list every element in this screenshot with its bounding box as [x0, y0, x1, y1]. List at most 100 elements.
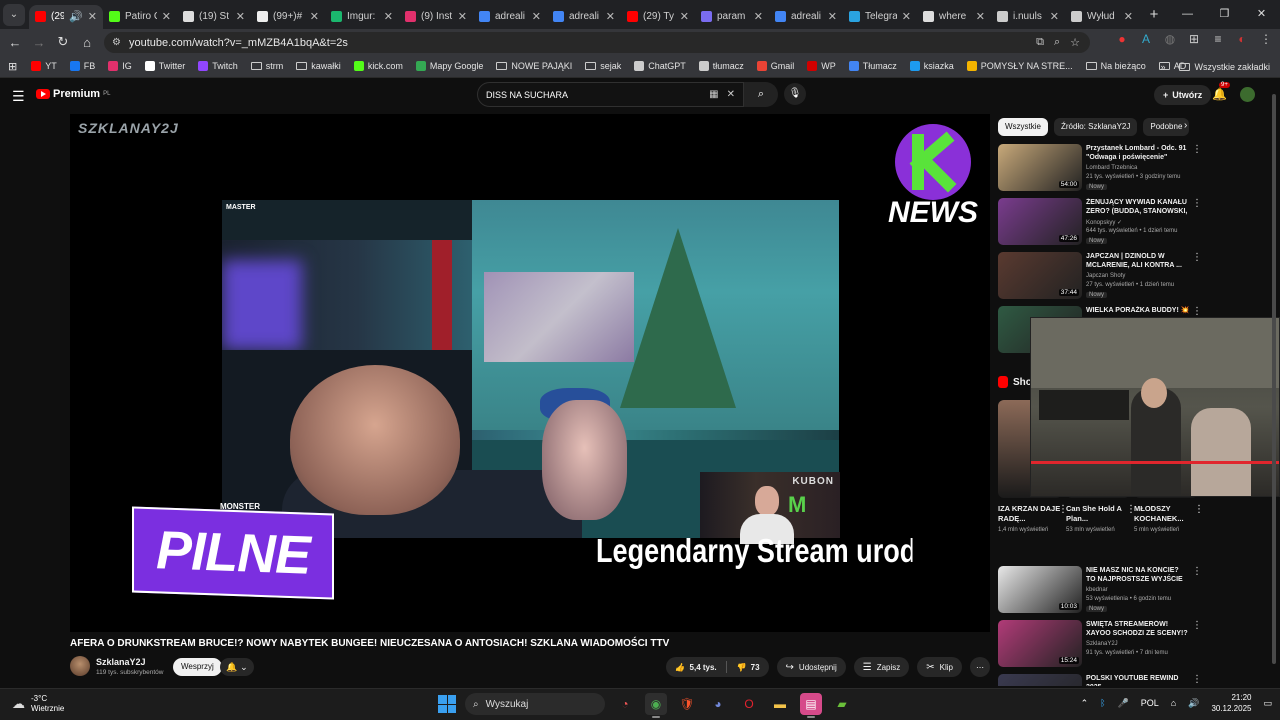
- app-icon[interactable]: ▰: [831, 693, 853, 715]
- browser-tab[interactable]: Imgur: ✕: [325, 5, 399, 29]
- mic-tray-icon[interactable]: 🎤: [1118, 698, 1129, 709]
- browser-tab[interactable]: (29) Ty ✕: [621, 5, 695, 29]
- tab-close-icon[interactable]: ✕: [976, 10, 985, 23]
- video-menu-icon[interactable]: ⋮: [1192, 674, 1202, 685]
- browser-tab[interactable]: (29) 🔊 ✕: [29, 4, 103, 29]
- video-title[interactable]: Przystanek Lombard - Odc. 91 "Odwaga i p…: [1086, 144, 1190, 162]
- tab-close-icon[interactable]: ✕: [754, 10, 763, 23]
- chrome-app-icon[interactable]: ◉: [645, 693, 667, 718]
- bookmark-item[interactable]: ksiazka: [909, 61, 954, 71]
- apps-grid-icon[interactable]: ⊞: [8, 60, 17, 73]
- video-title[interactable]: POLSKI YOUTUBE REWIND 2025: [1086, 674, 1190, 686]
- more-actions-button[interactable]: ⋯: [970, 657, 990, 677]
- browser-tab[interactable]: where ✕: [917, 5, 991, 29]
- filter-chip[interactable]: Wszystkie: [998, 118, 1048, 136]
- video-title[interactable]: WIELKA PORAŻKA BUDDY! 💥: [1086, 306, 1190, 315]
- clip-button[interactable]: ✂ Klip: [917, 657, 962, 677]
- bookmark-item[interactable]: IG: [108, 61, 132, 71]
- brave-app-icon[interactable]: 🛡: [676, 693, 698, 715]
- bookmark-item[interactable]: Twitch: [198, 61, 238, 71]
- tab-close-icon[interactable]: ✕: [236, 10, 245, 23]
- opera-app-icon[interactable]: O: [738, 693, 760, 715]
- video-channel[interactable]: Konopskyy ✓: [1086, 219, 1122, 226]
- search-input[interactable]: DISS NA SUCHARA ▦ ✕: [477, 82, 744, 107]
- recommended-video[interactable]: 37:44 JAPCZAN | DZINOLD W MCLARENIE, ALI …: [998, 252, 1274, 302]
- search-button[interactable]: ⌕: [744, 82, 778, 107]
- install-app-icon[interactable]: ⧉: [1036, 36, 1044, 49]
- video-channel[interactable]: Japczan Shoty: [1086, 273, 1125, 279]
- voice-search-button[interactable]: 🎙: [784, 83, 806, 105]
- browser-tab[interactable]: Wyłud ✕: [1065, 5, 1139, 29]
- bookmark-item[interactable]: sejak: [585, 61, 621, 71]
- notification-center-icon[interactable]: ▭: [1263, 698, 1272, 709]
- reload-icon[interactable]: ↻: [51, 34, 75, 50]
- video-title[interactable]: ŻENUJĄCY WYWIAD KANAŁU ZERO? (BUDDA, STA…: [1086, 198, 1190, 216]
- share-button[interactable]: ↪ Udostępnij: [776, 657, 846, 677]
- video-thumbnail[interactable]: 10:03: [998, 566, 1082, 613]
- video-menu-icon[interactable]: ⋮: [1192, 306, 1202, 317]
- browser-tab[interactable]: param ✕: [695, 5, 769, 29]
- record-extension-icon[interactable]: ●: [1114, 32, 1130, 46]
- video-title[interactable]: ŚWIĘTA STREAMERÓW! XAYOO SCHODZI ZE SCEN…: [1086, 620, 1190, 638]
- tab-close-icon[interactable]: ✕: [680, 10, 689, 23]
- bookmark-item[interactable]: NOWE PAJĄKI: [496, 61, 572, 71]
- tab-audio-icon[interactable]: 🔊: [69, 10, 83, 23]
- chips-next-icon[interactable]: ›: [1184, 120, 1187, 131]
- filter-chip[interactable]: Źródło: SzklanaY2J: [1054, 118, 1138, 136]
- new-tab-button[interactable]: +: [1143, 6, 1165, 23]
- clear-search-icon[interactable]: ✕: [727, 89, 735, 100]
- short-menu-icon[interactable]: ⋮: [1194, 504, 1204, 515]
- tab-close-icon[interactable]: ✕: [458, 10, 467, 23]
- browser-menu-icon[interactable]: ⋮: [1258, 32, 1274, 46]
- picture-in-picture-window[interactable]: [1030, 317, 1280, 497]
- tab-close-icon[interactable]: ✕: [1124, 10, 1133, 23]
- video-channel[interactable]: Lombard Trzebnica: [1086, 165, 1137, 171]
- browser-tab[interactable]: adreali ✕: [769, 5, 843, 29]
- menu-icon[interactable]: ☰: [12, 88, 25, 105]
- video-menu-icon[interactable]: ⋮: [1192, 198, 1202, 209]
- video-menu-icon[interactable]: ⋮: [1192, 620, 1202, 631]
- discord-app-icon[interactable]: ◕: [707, 693, 729, 715]
- profile-icon[interactable]: ◐: [1234, 32, 1250, 46]
- close-window-button[interactable]: ✕: [1243, 0, 1280, 29]
- extensions-puzzle-icon[interactable]: ⊞: [1186, 32, 1202, 46]
- tab-close-icon[interactable]: ✕: [162, 10, 171, 23]
- minimize-button[interactable]: —: [1169, 0, 1206, 29]
- reading-list-icon[interactable]: ≡: [1210, 32, 1226, 46]
- save-button[interactable]: ☰ Zapisz: [853, 657, 910, 677]
- support-button[interactable]: Wesprzyj: [173, 658, 222, 676]
- bookmark-item[interactable]: Twitter: [144, 61, 185, 71]
- video-thumbnail[interactable]: 15:24: [998, 620, 1082, 667]
- maximize-button[interactable]: ❐: [1206, 0, 1243, 29]
- recommended-video[interactable]: 47:26 ŻENUJĄCY WYWIAD KANAŁU ZERO? (BUDDA…: [998, 198, 1274, 248]
- bookmark-item[interactable]: YT: [31, 61, 57, 71]
- capcut-app-icon[interactable]: ▤: [800, 693, 822, 718]
- bookmark-item[interactable]: Na bieżąco: [1085, 61, 1146, 71]
- bookmark-item[interactable]: Mapy Google: [415, 61, 483, 71]
- youtube-logo[interactable]: Premium PL: [36, 88, 110, 100]
- address-bar[interactable]: ⚙ youtube.com/watch?v=_mMZB4A1bqA&t=2s ⧉…: [104, 32, 1090, 53]
- browser-tab[interactable]: Patiro C ✕: [103, 5, 177, 29]
- recommended-video[interactable]: POLSKI YOUTUBE REWIND 2025⋮: [998, 674, 1274, 686]
- video-title[interactable]: NIE MASZ NIC NA KONCIE? TO NAJPROSTSZE W…: [1086, 566, 1190, 584]
- bookmark-star-icon[interactable]: ☆: [1070, 36, 1080, 49]
- pip-progress-bar[interactable]: [1031, 461, 1279, 464]
- tab-close-icon[interactable]: ✕: [384, 10, 393, 23]
- video-player[interactable]: SZKLANAY2J NEWS MASTER M KUBON MONSTER P…: [70, 114, 990, 632]
- browser-tab[interactable]: Telegra ✕: [843, 5, 917, 29]
- recommended-video[interactable]: 15:24 ŚWIĘTA STREAMERÓW! XAYOO SCHODZI ZE…: [998, 620, 1274, 670]
- video-channel[interactable]: kbednar: [1086, 587, 1108, 593]
- copilot-app-icon[interactable]: ◔: [614, 693, 636, 715]
- tab-close-icon[interactable]: ✕: [902, 10, 911, 23]
- video-title[interactable]: JAPCZAN | DZINOLD W MCLARENIE, ALI KONTR…: [1086, 252, 1190, 270]
- language-indicator[interactable]: POL: [1141, 698, 1159, 708]
- back-icon[interactable]: ←: [3, 35, 27, 50]
- clock[interactable]: 21:20 30.12.2025: [1211, 692, 1251, 714]
- tab-close-icon[interactable]: ✕: [88, 10, 97, 23]
- bookmark-item[interactable]: kick.com: [353, 61, 403, 71]
- bookmark-item[interactable]: tłumacz: [698, 61, 744, 71]
- video-thumbnail[interactable]: 47:26: [998, 198, 1082, 245]
- keyboard-icon[interactable]: ▦: [709, 89, 718, 100]
- recommended-video[interactable]: 54:00 Przystanek Lombard - Odc. 91 "Odwag…: [998, 144, 1274, 194]
- browser-tab[interactable]: (19) St ✕: [177, 5, 251, 29]
